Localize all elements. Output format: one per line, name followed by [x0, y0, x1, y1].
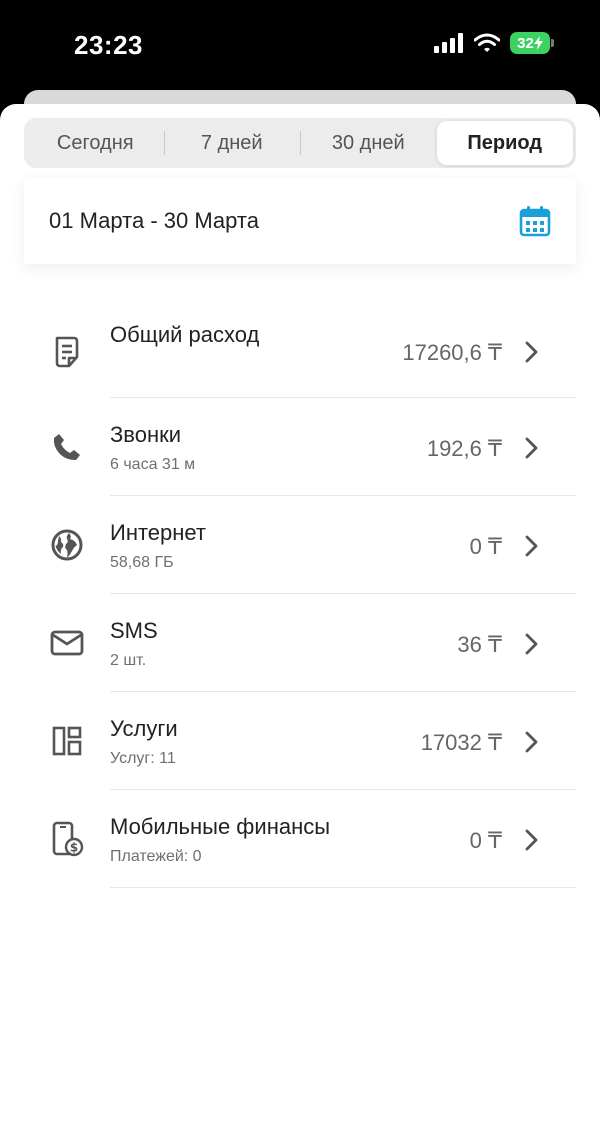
battery-level: 32	[517, 34, 534, 52]
expense-amount: 36 ₸	[457, 632, 502, 657]
expense-row-calls[interactable]: Звонки 6 часа 31 м 192,6 ₸	[0, 398, 600, 496]
expense-title: Интернет	[110, 520, 206, 545]
chevron-right-icon	[525, 535, 538, 557]
expense-row-services[interactable]: Услуги Услуг: 11 17032 ₸	[0, 692, 600, 790]
expense-title: Звонки	[110, 422, 182, 447]
chevron-right-icon	[525, 829, 538, 851]
expense-amount: 17260,6 ₸	[402, 340, 502, 365]
expense-title: Услуги	[110, 716, 178, 741]
tab-30-days[interactable]: 30 дней	[300, 121, 437, 165]
expense-amount: 192,6 ₸	[426, 436, 502, 461]
chevron-right-icon	[525, 341, 538, 363]
phone-icon	[49, 429, 85, 465]
chevron-right-icon	[525, 731, 538, 753]
chevron-right-icon	[525, 633, 538, 655]
expense-subtitle: 58,68 ГБ	[110, 554, 174, 571]
tab-today[interactable]: Сегодня	[27, 121, 164, 165]
expense-row-internet[interactable]: Интернет 58,68 ГБ 0 ₸	[0, 496, 600, 594]
expense-title: Мобильные финансы	[110, 814, 331, 839]
status-time: 23:23	[74, 30, 143, 60]
cellular-signal-icon	[434, 33, 463, 53]
expense-row-sms[interactable]: SMS 2 шт. 36 ₸	[0, 594, 600, 692]
tab-7-days[interactable]: 7 дней	[163, 121, 301, 165]
expense-amount: 0 ₸	[469, 828, 502, 853]
expense-title: SMS	[110, 618, 158, 643]
date-range-text: 01 Марта - 30 Марта	[49, 208, 259, 233]
date-range-picker[interactable]: 01 Марта - 30 Марта	[24, 178, 576, 264]
row-divider	[110, 887, 576, 888]
expense-amount: 17032 ₸	[420, 730, 502, 755]
status-icons: 32	[434, 32, 554, 54]
globe-icon	[49, 527, 85, 563]
receipt-icon	[49, 334, 85, 370]
calendar-icon[interactable]	[518, 204, 552, 238]
wifi-icon	[474, 33, 500, 52]
expense-row-mobile-finance[interactable]: $ Мобильные финансы Платежей: 0 0 ₸	[0, 790, 600, 888]
expense-title: Общий расход	[110, 322, 260, 347]
expense-subtitle: 6 часа 31 м	[110, 456, 196, 473]
status-bar: 23:23 32	[0, 0, 600, 100]
svg-text:$: $	[70, 841, 78, 855]
expense-subtitle: Платежей: 0	[110, 848, 202, 865]
expenses-sheet: Сегодня 7 дней 30 дней Период 01 Марта -…	[0, 104, 600, 1136]
mobile-finance-icon: $	[49, 821, 85, 857]
expense-row-total[interactable]: Общий расход 17260,6 ₸	[0, 300, 600, 398]
expense-amount: 0 ₸	[469, 534, 502, 559]
charging-bolt-icon	[533, 36, 543, 50]
expense-subtitle: 2 шт.	[110, 652, 147, 669]
tab-period[interactable]: Период	[436, 121, 573, 165]
expense-list: Общий расход 17260,6 ₸ Звонки 6 часа 31 …	[0, 300, 600, 888]
services-icon	[49, 723, 85, 759]
chevron-right-icon	[525, 437, 538, 459]
envelope-icon	[49, 625, 85, 661]
battery-icon: 32	[510, 32, 554, 54]
expense-subtitle: Услуг: 11	[110, 750, 176, 767]
period-tabs: Сегодня 7 дней 30 дней Период	[24, 118, 576, 168]
